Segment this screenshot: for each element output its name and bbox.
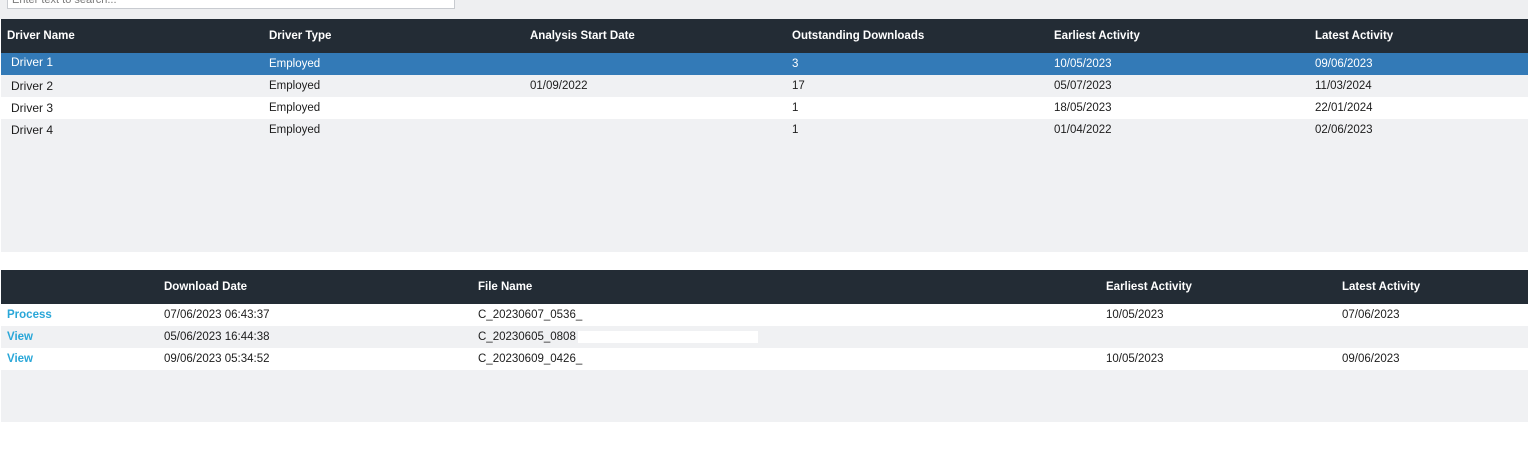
redaction-block <box>584 353 765 365</box>
column-header-file-name[interactable]: File Name <box>478 270 532 304</box>
view-link[interactable]: View <box>7 331 33 343</box>
action-cell: Process <box>7 304 52 326</box>
file-name-cell: C_20230607_0536_ <box>478 304 765 326</box>
action-cell: View <box>7 326 33 348</box>
table-row[interactable]: Driver 4 Employed 1 01/04/2022 02/06/202… <box>1 119 1528 141</box>
table-row[interactable]: Driver 3 Employed 1 18/05/2023 22/01/202… <box>1 97 1528 119</box>
latest-activity: 09/06/2023 <box>1315 58 1373 70</box>
latest-activity: 22/01/2024 <box>1315 102 1373 114</box>
table-row: View 05/06/2023 16:44:38 C_20230605_0808 <box>1 326 1528 348</box>
driver-name: Driver 2 <box>11 79 54 93</box>
drivers-grid: Driver Name Driver Type Analysis Start D… <box>1 19 1528 252</box>
driver-name: Driver 1 <box>11 55 54 69</box>
earliest-activity: 18/05/2023 <box>1054 102 1112 114</box>
earliest-activity: 05/07/2023 <box>1054 80 1112 92</box>
latest-activity: 02/06/2023 <box>1315 124 1373 136</box>
process-link[interactable]: Process <box>7 309 52 321</box>
driver-type: Employed <box>269 102 321 114</box>
outstanding-downloads: 1 <box>792 124 799 136</box>
search-input[interactable] <box>7 0 455 9</box>
earliest-activity: 01/04/2022 <box>1054 124 1112 136</box>
driver-type: Employed <box>269 80 321 92</box>
analysis-start-date: 01/09/2022 <box>530 80 588 92</box>
downloads-grid-header: Download Date File Name Earliest Activit… <box>1 270 1528 304</box>
column-header-analysis-start-date[interactable]: Analysis Start Date <box>530 19 635 53</box>
outstanding-downloads: 17 <box>792 80 805 92</box>
downloads-grid: Download Date File Name Earliest Activit… <box>1 270 1528 422</box>
table-row: Process 07/06/2023 06:43:37 C_20230607_0… <box>1 304 1528 326</box>
column-header-driver-name[interactable]: Driver Name <box>7 19 75 53</box>
column-header-earliest-activity[interactable]: Earliest Activity <box>1106 270 1192 304</box>
driver-name: Driver 4 <box>11 123 54 137</box>
column-header-driver-type[interactable]: Driver Type <box>269 19 331 53</box>
latest-activity: 11/03/2024 <box>1315 80 1372 92</box>
earliest-activity: 10/05/2023 <box>1106 353 1164 365</box>
file-name: C_20230607_0536_ <box>478 309 583 321</box>
outstanding-downloads: 1 <box>792 102 799 114</box>
driver-name: Driver 3 <box>11 101 54 115</box>
redaction-block <box>577 331 758 343</box>
earliest-activity: 10/05/2023 <box>1054 58 1112 70</box>
outstanding-downloads: 3 <box>792 58 799 70</box>
column-header-latest-activity[interactable]: Latest Activity <box>1342 270 1420 304</box>
file-name-cell: C_20230605_0808 <box>478 326 758 348</box>
table-row[interactable]: Driver 2 Employed 01/09/2022 17 05/07/20… <box>1 75 1528 97</box>
column-header-latest-activity[interactable]: Latest Activity <box>1315 19 1393 53</box>
file-name: C_20230609_0426_ <box>478 353 583 365</box>
table-row: View 09/06/2023 05:34:52 C_20230609_0426… <box>1 348 1528 370</box>
download-date: 09/06/2023 05:34:52 <box>164 353 270 365</box>
column-header-download-date[interactable]: Download Date <box>164 270 247 304</box>
view-link[interactable]: View <box>7 353 33 365</box>
redaction-block <box>584 309 765 321</box>
file-name: C_20230605_0808 <box>478 331 576 343</box>
column-header-earliest-activity[interactable]: Earliest Activity <box>1054 19 1140 53</box>
download-date: 07/06/2023 06:43:37 <box>164 309 270 321</box>
earliest-activity: 10/05/2023 <box>1106 309 1164 321</box>
search-bar <box>0 0 1528 19</box>
action-cell: View <box>7 348 33 370</box>
driver-type: Employed <box>269 124 321 136</box>
file-name-cell: C_20230609_0426_ <box>478 348 765 370</box>
latest-activity: 07/06/2023 <box>1342 309 1400 321</box>
download-date: 05/06/2023 16:44:38 <box>164 331 270 343</box>
table-row[interactable]: Driver 1 Employed 3 10/05/2023 09/06/202… <box>1 53 1528 75</box>
drivers-grid-header: Driver Name Driver Type Analysis Start D… <box>1 19 1528 53</box>
column-header-outstanding-downloads[interactable]: Outstanding Downloads <box>792 19 924 53</box>
driver-type: Employed <box>269 58 321 70</box>
latest-activity: 09/06/2023 <box>1342 353 1400 365</box>
